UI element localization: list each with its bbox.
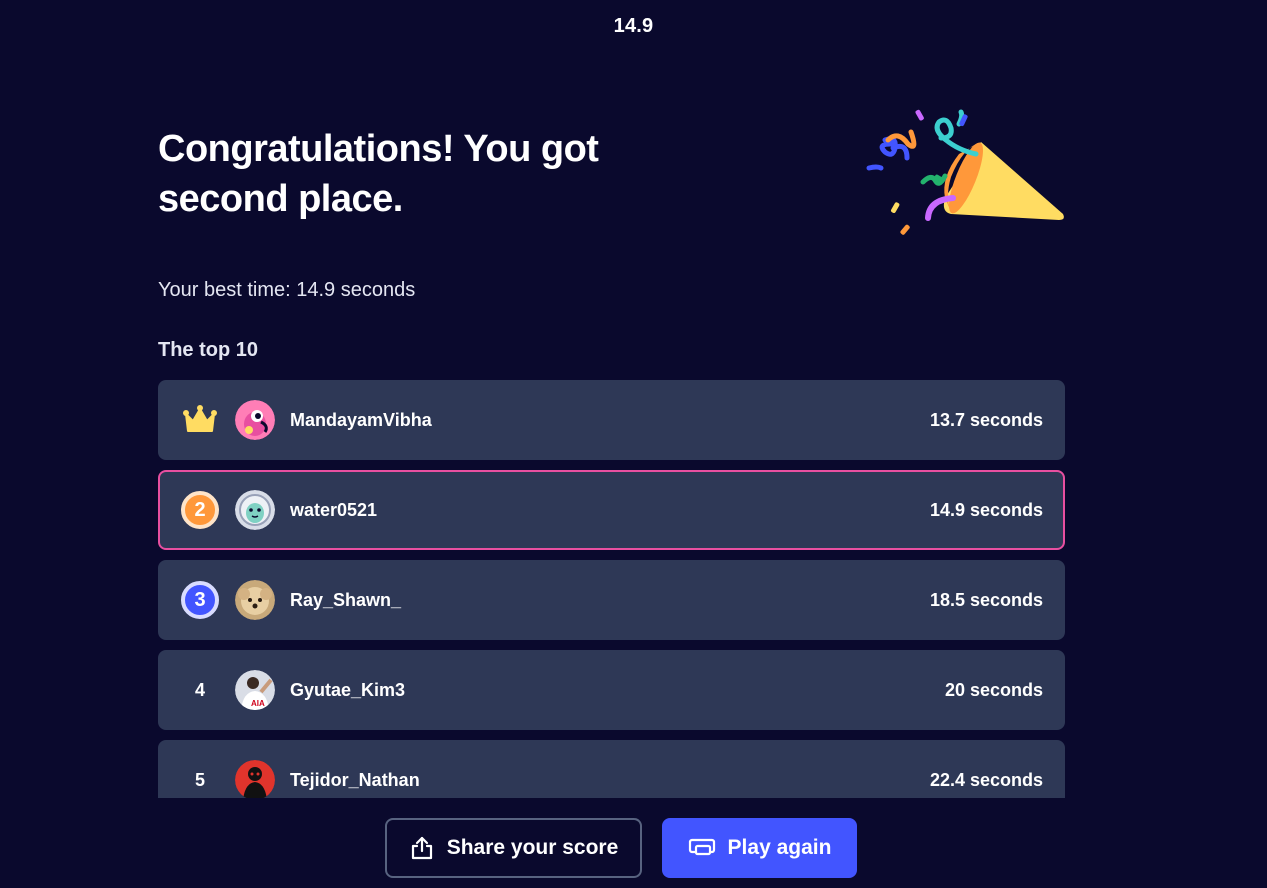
- player-score: 22.4 seconds: [929, 769, 1043, 790]
- rank-3: 3: [180, 580, 220, 620]
- player-score: 14.9 seconds: [929, 499, 1043, 520]
- player-name: Ray_Shawn_: [290, 589, 402, 610]
- rank-5: 5: [194, 769, 205, 790]
- rank-1: [180, 400, 220, 440]
- rank-2: 2: [180, 490, 220, 530]
- avatar: [235, 580, 275, 620]
- play-again-button[interactable]: Play again: [662, 818, 857, 878]
- player-score: 13.7 seconds: [929, 409, 1043, 430]
- player-name: Tejidor_Nathan: [290, 769, 420, 790]
- avatar: AIA: [235, 670, 275, 710]
- player-score: 20 seconds: [944, 679, 1043, 700]
- leaderboard-row-current-user: 2 water0521 14.9 seconds: [158, 470, 1065, 550]
- avatar: [235, 490, 275, 530]
- rank-4: 4: [194, 679, 205, 700]
- crown-icon: [183, 405, 217, 432]
- silver-medal-icon: 2: [181, 491, 219, 529]
- play-button-label: Play again: [727, 836, 832, 859]
- leaderboard-row: 5 Tejidor_Nathan 22.4 seconds: [158, 740, 1065, 798]
- leaderboard-row: MandayamVibha 13.7 seconds: [158, 380, 1065, 460]
- leaderboard-list: MandayamVibha 13.7 seconds 2 water0521 1…: [158, 380, 1065, 798]
- share-button-label: Share your score: [446, 836, 619, 859]
- action-bar: Share your score Play again: [0, 798, 1267, 888]
- leaderboard-row: 3 Ray_Shawn_ 18.5 seconds: [158, 560, 1065, 640]
- results-panel: Congratulations! You got second place. Y…: [158, 0, 1065, 798]
- bronze-medal-icon: 3: [181, 581, 219, 619]
- best-time-text: Your best time: 14.9 seconds: [158, 279, 416, 301]
- party-popper-icon: [866, 109, 1064, 235]
- player-name: water0521: [290, 499, 378, 520]
- leaderboard-heading: The top 10: [158, 339, 259, 361]
- svg-text:AIA: AIA: [251, 699, 265, 708]
- page-title: Congratulations! You got second place.: [158, 128, 599, 220]
- leaderboard-row: 4 AIA Gyutae_Kim3 20 seconds: [158, 650, 1065, 730]
- flashcards-icon: [688, 837, 716, 859]
- avatar: [235, 760, 275, 798]
- player-name: MandayamVibha: [290, 409, 432, 430]
- player-score: 18.5 seconds: [929, 589, 1043, 610]
- share-icon: [409, 835, 435, 861]
- player-name: Gyutae_Kim3: [290, 679, 406, 700]
- share-score-button[interactable]: Share your score: [385, 818, 642, 878]
- avatar: [235, 400, 275, 440]
